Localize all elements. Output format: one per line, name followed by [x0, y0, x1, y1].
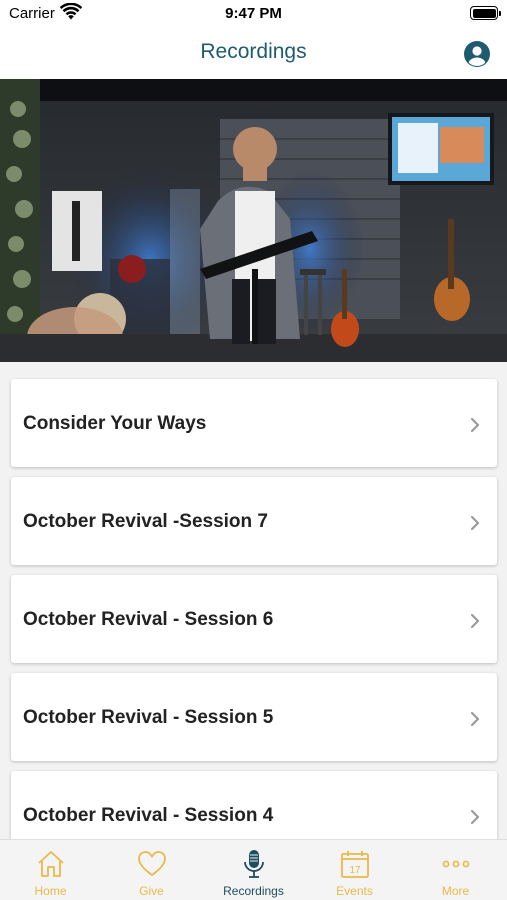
status-time: 9:47 PM [225, 5, 282, 22]
recording-title: October Revival - Session 5 [23, 707, 274, 728]
recording-title: October Revival -Session 7 [23, 511, 268, 532]
home-icon [38, 851, 64, 877]
recordings-list: Consider Your Ways October Revival -Sess… [0, 362, 507, 839]
battery-icon [470, 6, 501, 20]
more-dots-icon [442, 860, 470, 868]
list-item[interactable]: October Revival - Session 4 [11, 771, 497, 839]
list-item[interactable]: October Revival -Session 7 [11, 477, 497, 565]
tab-events[interactable]: 17 Events [304, 840, 405, 900]
list-item[interactable]: October Revival - Session 6 [11, 575, 497, 663]
chevron-right-icon [470, 711, 480, 727]
calendar-icon: 17 [341, 851, 369, 878]
tab-label: Give [139, 884, 164, 898]
heart-icon [138, 851, 166, 876]
status-bar: Carrier 9:47 PM [0, 0, 507, 30]
recording-title: October Revival - Session 4 [23, 805, 274, 826]
tab-label: Recordings [223, 884, 284, 898]
recording-title: Consider Your Ways [23, 413, 207, 434]
tab-home[interactable]: Home [0, 840, 101, 900]
tab-more[interactable]: More [405, 840, 506, 900]
chevron-right-icon [470, 809, 480, 825]
list-item[interactable]: Consider Your Ways [11, 379, 497, 467]
tab-label: More [441, 884, 470, 898]
recording-title: October Revival - Session 6 [23, 609, 274, 630]
chevron-right-icon [470, 613, 480, 629]
microphone-icon [244, 850, 264, 878]
tab-give[interactable]: Give [101, 840, 202, 900]
tab-bar: Home Give Recordings 17 Events More [0, 839, 507, 900]
tab-recordings[interactable]: Recordings [203, 840, 304, 900]
tab-label: Events [336, 884, 373, 898]
chevron-right-icon [470, 515, 480, 531]
nav-bar: Recordings [0, 30, 507, 78]
person-circle-icon[interactable] [463, 40, 491, 68]
chevron-right-icon [470, 417, 480, 433]
calendar-date: 17 [349, 865, 361, 876]
list-item[interactable]: October Revival - Session 5 [11, 673, 497, 761]
tab-label: Home [34, 884, 67, 898]
page-title: Recordings [200, 40, 307, 63]
sermon-photo [0, 79, 507, 362]
hero-image [0, 79, 507, 362]
